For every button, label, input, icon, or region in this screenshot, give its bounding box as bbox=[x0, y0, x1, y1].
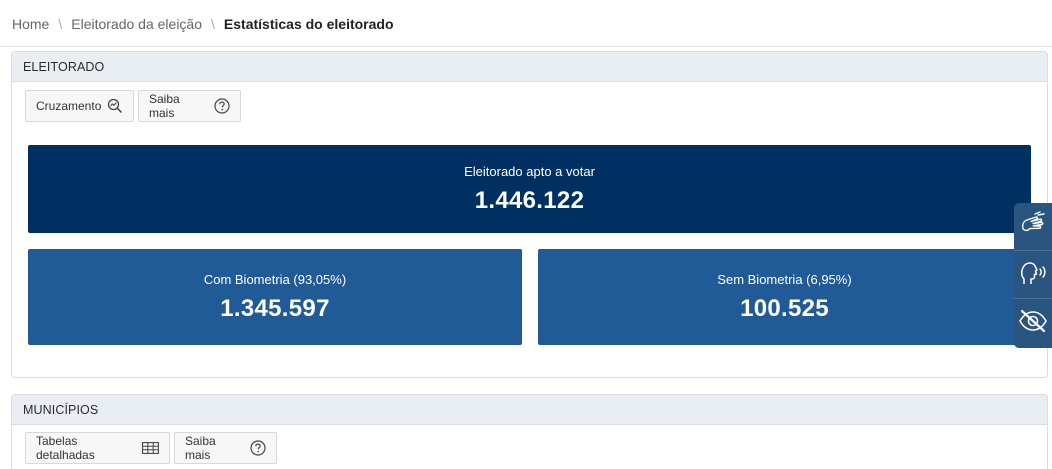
help-icon bbox=[214, 98, 230, 114]
breadcrumb-home-link[interactable]: Home bbox=[12, 16, 49, 32]
eleitorado-panel-header: ELEITORADO bbox=[12, 52, 1047, 82]
cruzamento-button[interactable]: Cruzamento bbox=[25, 90, 134, 122]
breadcrumb-separator: \ bbox=[58, 16, 63, 32]
help-icon bbox=[250, 440, 266, 456]
audio-reader-icon bbox=[1018, 257, 1048, 292]
saiba-mais-label: Saiba mais bbox=[149, 92, 180, 120]
breadcrumb-eleitorado-link[interactable]: Eleitorado da eleição bbox=[71, 16, 202, 32]
eleitorado-saiba-mais-button[interactable]: Saiba mais bbox=[138, 90, 241, 122]
municipios-panel-header: MUNICÍPIOS bbox=[12, 395, 1047, 425]
eleitorado-panel-title: ELEITORADO bbox=[23, 59, 105, 74]
breadcrumb-separator: \ bbox=[211, 16, 215, 32]
saiba-mais-label: Saiba mais bbox=[185, 434, 216, 462]
municipios-saiba-mais-button[interactable]: Saiba mais bbox=[174, 432, 277, 464]
eleitorado-apto-value: 1.446.122 bbox=[474, 186, 585, 214]
eleitorado-panel: ELEITORADO Cruzamento Saiba mais Eleitor… bbox=[11, 51, 1048, 378]
eleitorado-apto-label: Eleitorado apto a votar bbox=[464, 163, 595, 179]
low-vision-button[interactable] bbox=[1014, 299, 1052, 347]
com-biometria-card: Com Biometria (93,05%) 1.345.597 bbox=[28, 249, 522, 345]
chart-search-icon bbox=[107, 98, 123, 114]
sign-language-button[interactable] bbox=[1014, 203, 1052, 251]
breadcrumb-current: Estatísticas do eleitorado bbox=[223, 16, 394, 32]
sem-biometria-label: Sem Biometria (6,95%) bbox=[717, 271, 852, 287]
breadcrumb: Home \ Eleitorado da eleição \ Estatísti… bbox=[12, 14, 394, 34]
sem-biometria-card: Sem Biometria (6,95%) 100.525 bbox=[538, 249, 1031, 345]
com-biometria-value: 1.345.597 bbox=[220, 294, 330, 322]
low-vision-icon bbox=[1017, 308, 1049, 339]
audio-reader-button[interactable] bbox=[1014, 251, 1052, 299]
sign-language-icon bbox=[1018, 209, 1048, 244]
cruzamento-label: Cruzamento bbox=[36, 99, 102, 113]
tabelas-detalhadas-button[interactable]: Tabelas detalhadas bbox=[25, 432, 170, 464]
sem-biometria-value: 100.525 bbox=[740, 294, 829, 322]
tabelas-detalhadas-label: Tabelas detalhadas bbox=[36, 434, 95, 462]
municipios-panel: MUNICÍPIOS Tabelas detalhadas Saiba mais bbox=[11, 394, 1048, 469]
eleitorado-apto-card: Eleitorado apto a votar 1.446.122 bbox=[28, 145, 1031, 233]
accessibility-toolbar bbox=[1014, 203, 1052, 348]
com-biometria-label: Com Biometria (93,05%) bbox=[203, 271, 347, 287]
municipios-panel-title: MUNICÍPIOS bbox=[23, 402, 99, 417]
table-icon bbox=[142, 442, 159, 454]
divider bbox=[0, 46, 1052, 47]
